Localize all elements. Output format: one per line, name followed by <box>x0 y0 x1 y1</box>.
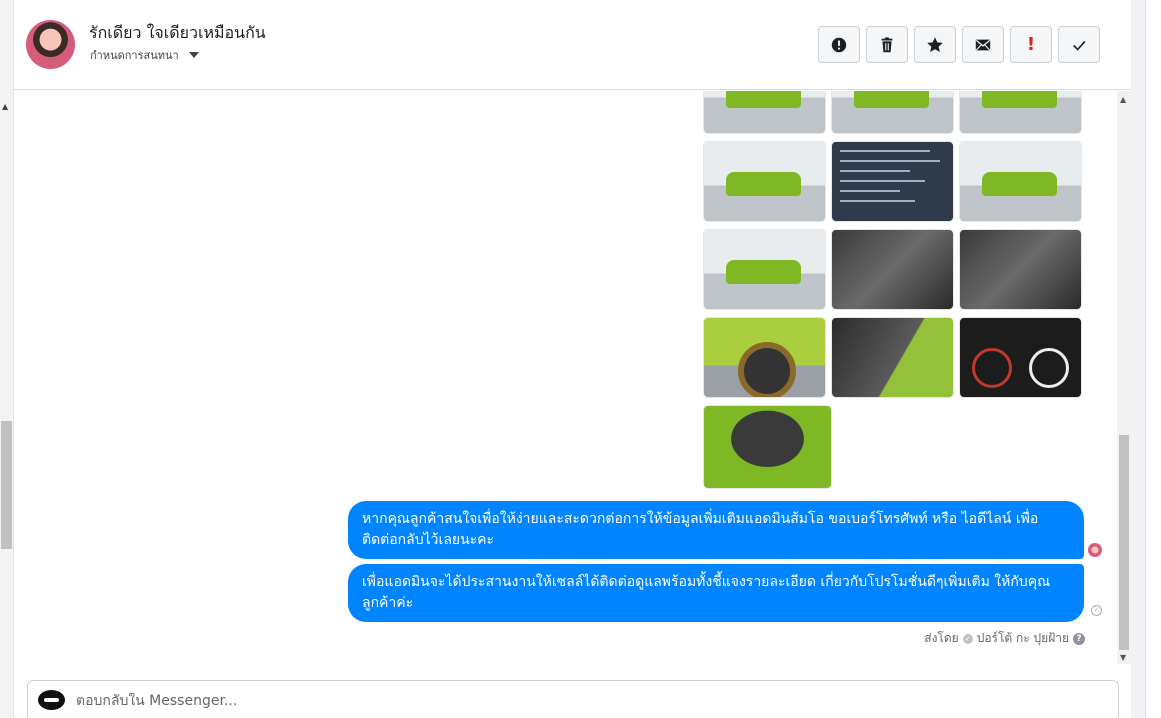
conversation-settings-dropdown[interactable]: กำหนดการสนทนา <box>90 46 199 64</box>
follow-up-button[interactable]: ! <box>1010 26 1052 63</box>
exclamation-icon: ! <box>1026 34 1036 55</box>
thread-scrollbar[interactable]: ▲ ▼ <box>1117 91 1131 664</box>
reply-box <box>27 680 1119 718</box>
conversation-header: รักเดียว ใจเดียวเหมือนกัน กำหนดการสนทนา <box>14 0 1131 90</box>
photo-attachment[interactable] <box>831 141 954 222</box>
conversation-panel: รักเดียว ใจเดียวเหมือนกัน กำหนดการสนทนา <box>14 0 1131 718</box>
photo-attachment[interactable] <box>703 141 826 222</box>
mark-done-button[interactable] <box>1058 26 1100 63</box>
seen-avatar <box>1088 543 1102 557</box>
scroll-down-arrow-icon[interactable]: ▼ <box>1120 653 1126 662</box>
sent-by-line: ส่งโดย ✓ ปอร์โต้ กะ ปุยฝ้าย ? <box>924 629 1085 648</box>
verified-check-icon: ✓ <box>962 633 973 644</box>
check-icon <box>1073 40 1086 51</box>
photo-attachment[interactable] <box>703 91 826 134</box>
photo-attachment[interactable] <box>959 91 1082 134</box>
action-toolbar: ! <box>818 26 1100 63</box>
alert-circle-icon <box>831 37 847 52</box>
photo-attachment[interactable] <box>959 141 1082 222</box>
reply-input[interactable] <box>76 693 876 709</box>
photo-attachment[interactable] <box>703 229 826 310</box>
mark-unread-button[interactable] <box>962 26 1004 63</box>
photo-attachment[interactable] <box>959 229 1082 310</box>
envelope-icon <box>975 39 991 50</box>
mark-spam-button[interactable] <box>818 26 860 63</box>
message-bubble[interactable]: เพื่อแอดมินจะได้ประสานงานให้เซลล์ได้ติดต… <box>348 564 1084 622</box>
star-icon <box>927 36 943 52</box>
photo-attachment[interactable] <box>703 317 826 398</box>
message-thread: หากคุณลูกค้าสนใจเพื่อให้ง่ายและสะดวกต่อก… <box>14 91 1131 664</box>
left-scrollbar-thumb[interactable] <box>1 421 12 549</box>
photo-attachment[interactable] <box>831 229 954 310</box>
scroll-up-arrow-icon[interactable]: ▲ <box>1120 95 1126 104</box>
sent-by-prefix: ส่งโดย <box>924 631 959 645</box>
contact-name[interactable]: รักเดียว ใจเดียวเหมือนกัน <box>89 21 266 46</box>
sender-name: ปอร์โต้ กะ ปุยฝ้าย <box>976 631 1069 645</box>
thread-scrollbar-thumb[interactable] <box>1119 435 1129 650</box>
scroll-up-arrow-icon[interactable]: ▲ <box>2 102 8 111</box>
right-sidebar-edge <box>1131 0 1161 718</box>
help-icon[interactable]: ? <box>1073 632 1085 645</box>
caret-down-icon <box>188 52 199 58</box>
photo-attachment[interactable] <box>831 317 954 398</box>
photo-attachment[interactable] <box>959 317 1082 398</box>
sent-check-icon: ✓ <box>1091 605 1102 616</box>
star-button[interactable] <box>914 26 956 63</box>
photo-attachment[interactable] <box>831 91 954 134</box>
page-avatar <box>38 690 65 710</box>
contact-avatar[interactable] <box>26 20 75 69</box>
conversation-settings-label: กำหนดการสนทนา <box>90 49 179 62</box>
photo-attachment[interactable] <box>703 405 832 489</box>
message-bubble[interactable]: หากคุณลูกค้าสนใจเพื่อให้ง่ายและสะดวกต่อก… <box>348 501 1084 559</box>
left-scrollbar[interactable]: ▲ <box>0 0 14 718</box>
trash-icon <box>881 36 893 52</box>
delete-button[interactable] <box>866 26 908 63</box>
details-panel-edge <box>1145 0 1161 718</box>
